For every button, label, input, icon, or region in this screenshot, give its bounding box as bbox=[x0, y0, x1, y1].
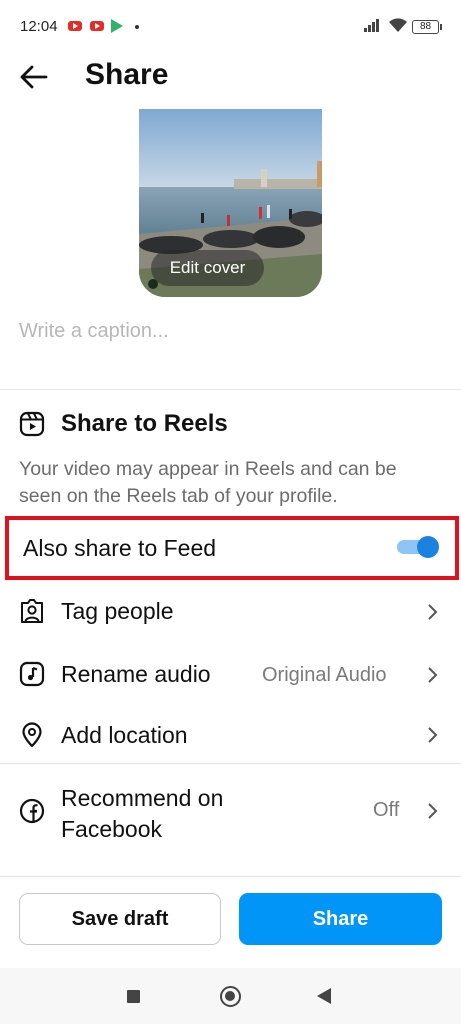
arrow-left-icon[interactable] bbox=[17, 60, 51, 94]
reels-icon bbox=[19, 411, 45, 437]
back-icon[interactable] bbox=[317, 988, 331, 1004]
youtube-icon bbox=[90, 21, 104, 31]
status-time: 12:04 bbox=[20, 18, 58, 35]
recent-apps-icon[interactable] bbox=[127, 990, 140, 1003]
recommend-status-value: Off bbox=[373, 799, 400, 821]
also-share-to-feed-label: Also share to Feed bbox=[23, 535, 217, 561]
recommend-on-facebook-label: Recommend on Facebook bbox=[61, 785, 224, 842]
chevron-right-icon bbox=[425, 726, 439, 744]
youtube-icon bbox=[68, 21, 82, 31]
save-draft-button[interactable]: Save draft bbox=[19, 893, 221, 945]
wifi-icon bbox=[388, 17, 408, 37]
divider bbox=[0, 389, 461, 390]
chevron-right-icon bbox=[425, 666, 439, 684]
location-pin-icon bbox=[19, 722, 45, 748]
caption-input[interactable]: Write a caption... bbox=[19, 320, 169, 343]
edit-cover-button[interactable]: Edit cover bbox=[151, 250, 264, 286]
add-location-label: Add location bbox=[61, 722, 188, 748]
share-button[interactable]: Share bbox=[239, 893, 442, 945]
tag-person-icon bbox=[19, 598, 45, 624]
rename-audio-label: Rename audio bbox=[61, 661, 211, 687]
facebook-icon bbox=[19, 798, 45, 824]
divider bbox=[0, 876, 461, 877]
play-store-icon bbox=[111, 19, 123, 33]
divider bbox=[0, 763, 461, 764]
toggle-thumb bbox=[417, 536, 439, 558]
system-nav-bar bbox=[0, 968, 461, 1024]
battery-icon: 88 bbox=[412, 20, 442, 34]
chevron-right-icon bbox=[425, 802, 439, 820]
audio-icon bbox=[19, 661, 45, 687]
dot-icon bbox=[135, 25, 139, 29]
status-bar: 12:04 88 bbox=[0, 0, 461, 52]
share-to-reels-title: Share to Reels bbox=[61, 410, 228, 437]
tag-people-label: Tag people bbox=[61, 598, 174, 624]
audio-name-value: Original Audio bbox=[262, 664, 387, 686]
home-icon[interactable] bbox=[220, 986, 241, 1007]
page-title: Share bbox=[85, 58, 169, 91]
signal-icon bbox=[364, 18, 382, 32]
share-to-feed-toggle[interactable] bbox=[395, 534, 439, 560]
chevron-right-icon bbox=[425, 603, 439, 621]
also-share-to-feed-row[interactable]: Also share to Feed bbox=[5, 516, 459, 580]
share-to-reels-description: Your video may appear in Reels and can b… bbox=[19, 458, 397, 507]
